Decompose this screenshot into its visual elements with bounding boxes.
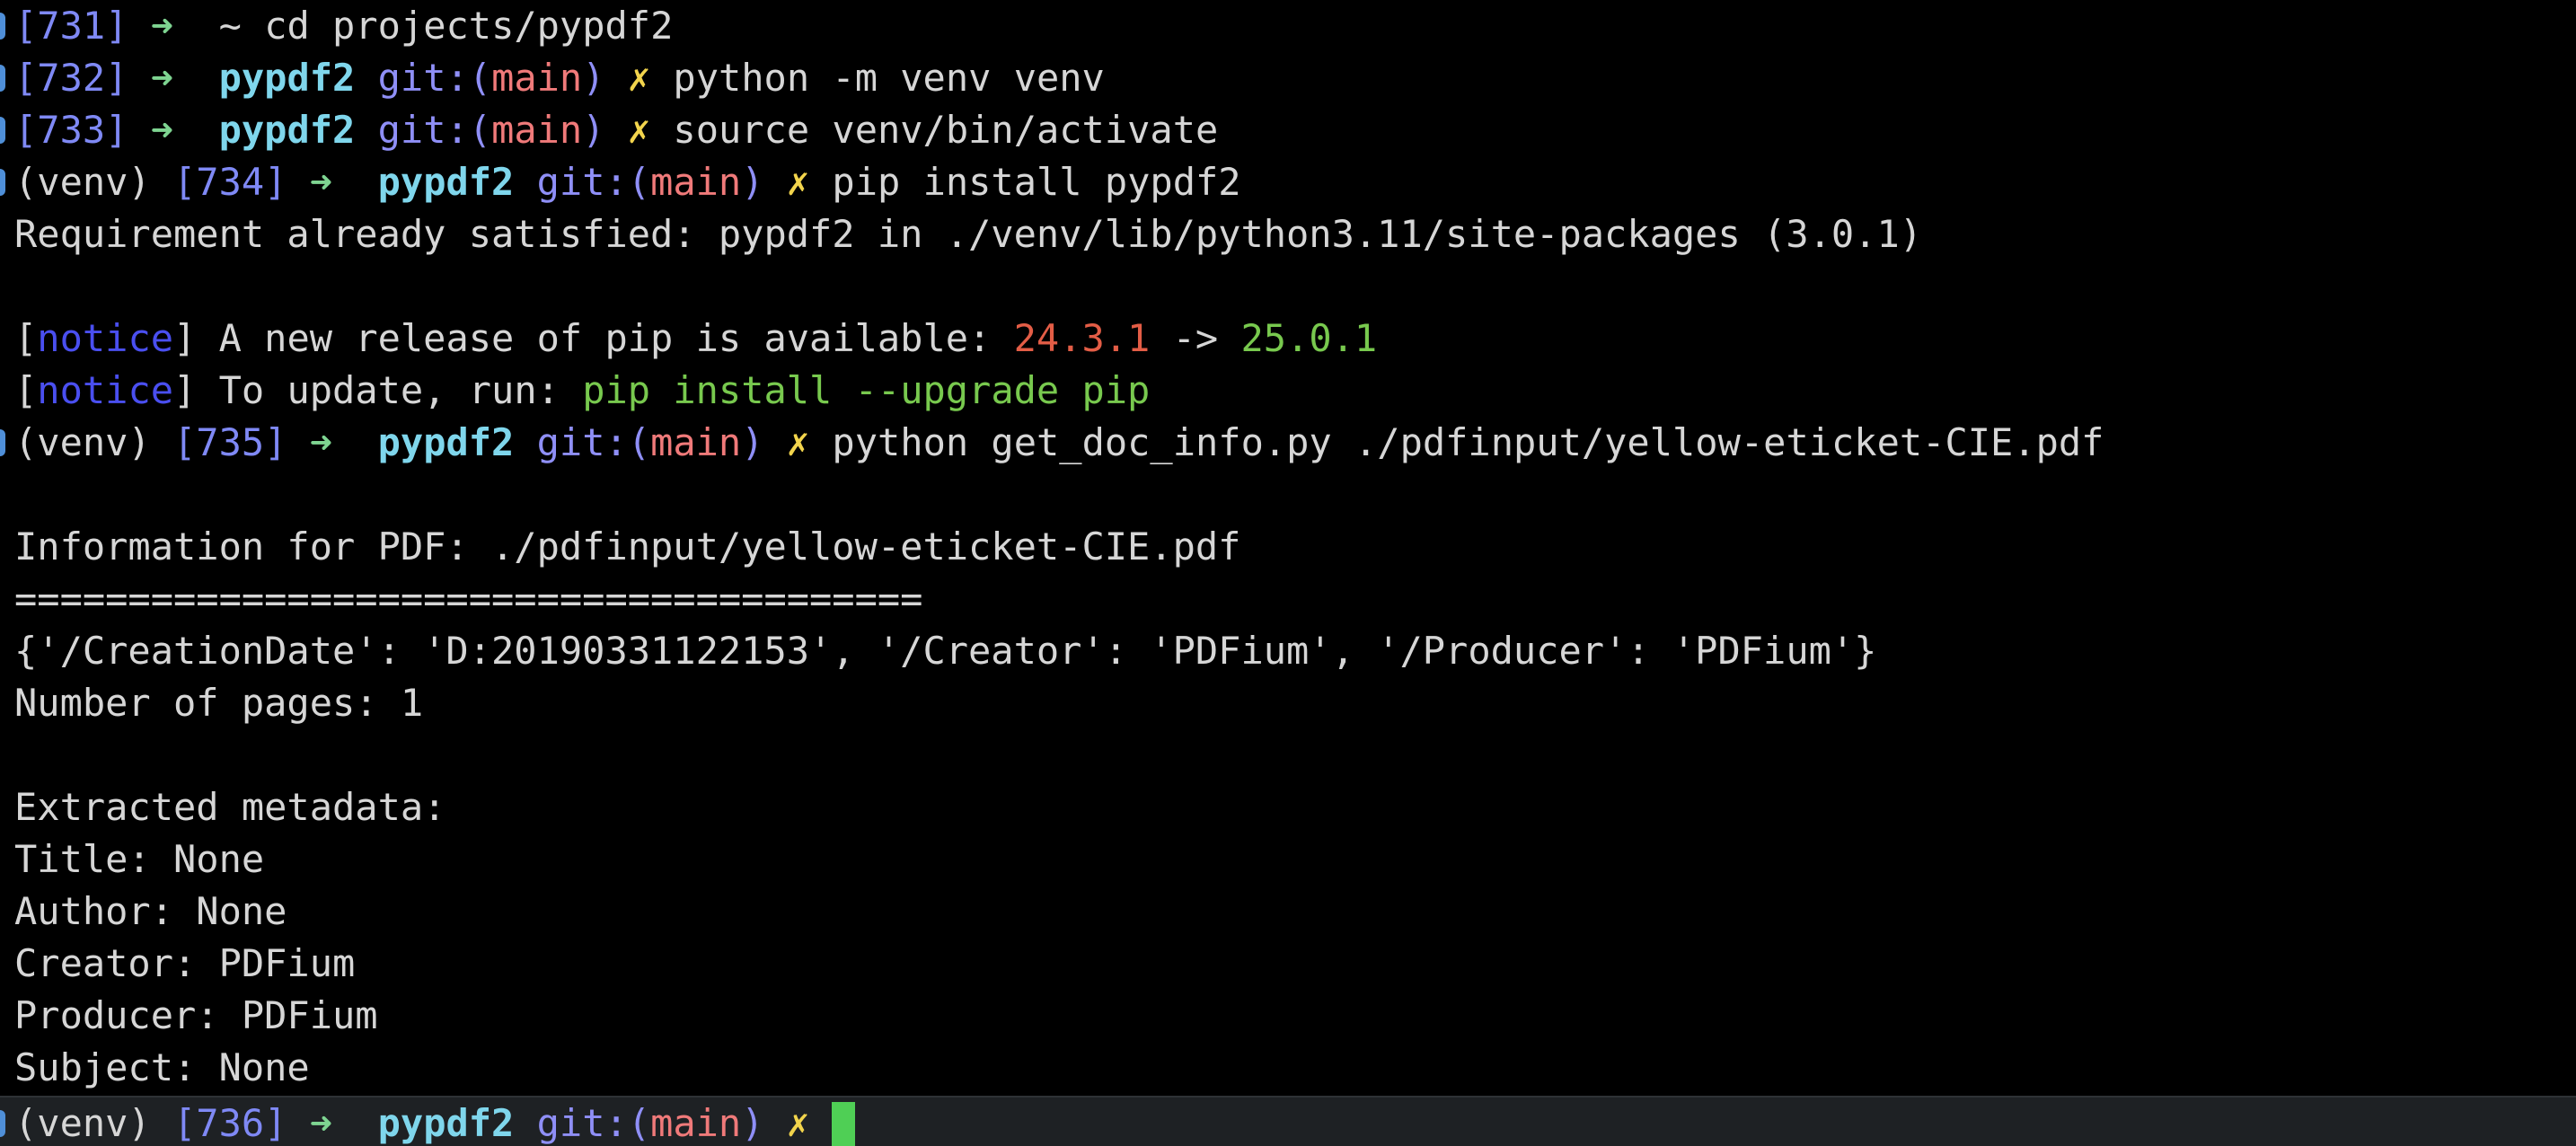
- prompt-arrow-icon: ➜: [150, 56, 174, 100]
- git-branch: main: [650, 160, 742, 204]
- bracket-open: [: [14, 316, 38, 360]
- line-marker: [0, 65, 5, 92]
- git-label-close: ): [582, 108, 605, 152]
- output-line: Author: None: [0, 886, 2576, 938]
- venv-indicator: (venv): [14, 1101, 151, 1145]
- git-label: git:(: [536, 1101, 651, 1145]
- notice-line: [notice] A new release of pip is availab…: [0, 313, 2576, 365]
- notice-line: [notice] To update, run: pip install --u…: [0, 365, 2576, 417]
- output-line: Title: None: [0, 833, 2576, 886]
- history-number: [735]: [173, 420, 287, 464]
- git-branch: main: [491, 56, 583, 100]
- prompt-arrow-icon: ➜: [150, 4, 174, 48]
- git-label-close: ): [582, 56, 605, 100]
- prompt-line-733: [733] ➜ pypdf2 git:(main) ✗ source venv/…: [0, 104, 2576, 156]
- git-label-close: ): [741, 420, 764, 464]
- git-label: git:(: [536, 160, 651, 204]
- prompt-line-732: [732] ➜ pypdf2 git:(main) ✗ python -m ve…: [0, 52, 2576, 104]
- git-label: git:(: [536, 420, 651, 464]
- output-text: Extracted metadata:: [14, 785, 446, 829]
- terminal-window[interactable]: [731] ➜ ~ cd projects/pypdf2 [732] ➜ pyp…: [0, 0, 2576, 1146]
- current-directory: pypdf2: [218, 108, 356, 152]
- output-text: Author: None: [14, 889, 287, 933]
- output-line: Extracted metadata:: [0, 781, 2576, 833]
- current-directory: ~: [218, 4, 242, 48]
- bracket-close: ]: [173, 316, 197, 360]
- output-text: Creator: PDFium: [14, 941, 356, 985]
- notice-text: To update, run:: [196, 368, 583, 412]
- output-line: {'/CreationDate': 'D:20190331122153', '/…: [0, 625, 2576, 677]
- command-text: cd projects/pypdf2: [264, 4, 674, 48]
- line-marker: [0, 117, 5, 144]
- prompt-line-734: (venv) [734] ➜ pypdf2 git:(main) ✗ pip i…: [0, 156, 2576, 208]
- git-branch: main: [650, 420, 742, 464]
- output-text: Information for PDF: ./pdfinput/yellow-e…: [14, 525, 1241, 569]
- command-text: python -m venv venv: [673, 56, 1105, 100]
- output-text: Number of pages: 1: [14, 681, 424, 725]
- prompt-line-735: (venv) [735] ➜ pypdf2 git:(main) ✗ pytho…: [0, 417, 2576, 469]
- git-label-close: ): [741, 160, 764, 204]
- notice-label: notice: [37, 316, 174, 360]
- old-version: 24.3.1: [1013, 316, 1151, 360]
- output-text: {'/CreationDate': 'D:20190331122153', '/…: [14, 629, 1877, 673]
- git-label: git:(: [377, 56, 492, 100]
- dirty-mark-icon: ✗: [786, 1101, 810, 1145]
- line-marker: [0, 1110, 5, 1137]
- line-marker: [0, 13, 5, 40]
- history-number: [732]: [14, 56, 128, 100]
- output-line: Subject: None: [0, 1042, 2576, 1094]
- prompt-arrow-icon: ➜: [309, 160, 333, 204]
- notice-label: notice: [37, 368, 174, 412]
- output-line: ========================================: [0, 573, 2576, 625]
- dirty-mark-icon: ✗: [786, 160, 810, 204]
- venv-indicator: (venv): [14, 160, 151, 204]
- version-separator: ->: [1150, 316, 1241, 360]
- upgrade-command: pip install --upgrade pip: [582, 368, 1151, 412]
- notice-text: A new release of pip is available:: [196, 316, 1014, 360]
- command-text: pip install pypdf2: [832, 160, 1241, 204]
- history-number: [736]: [173, 1101, 287, 1145]
- output-line: Producer: PDFium: [0, 990, 2576, 1042]
- output-text: Producer: PDFium: [14, 993, 378, 1037]
- output-line: Creator: PDFium: [0, 938, 2576, 990]
- prompt-arrow-icon: ➜: [309, 420, 333, 464]
- current-directory: pypdf2: [218, 56, 356, 100]
- venv-indicator: (venv): [14, 420, 151, 464]
- git-label: git:(: [377, 108, 492, 152]
- dirty-mark-icon: ✗: [627, 56, 651, 100]
- separator-rule: ========================================: [14, 577, 923, 621]
- git-branch: main: [650, 1101, 742, 1145]
- active-prompt-line[interactable]: (venv) [736] ➜ pypdf2 git:(main) ✗: [0, 1096, 2576, 1146]
- output-line: Information for PDF: ./pdfinput/yellow-e…: [0, 521, 2576, 573]
- line-marker: [0, 429, 5, 456]
- dirty-mark-icon: ✗: [786, 420, 810, 464]
- prompt-arrow-icon: ➜: [309, 1101, 333, 1145]
- history-number: [733]: [14, 108, 128, 152]
- current-directory: pypdf2: [377, 160, 515, 204]
- bracket-close: ]: [173, 368, 197, 412]
- git-label-close: ): [741, 1101, 764, 1145]
- output-text: Subject: None: [14, 1045, 310, 1089]
- line-marker: [0, 169, 5, 196]
- command-text: source venv/bin/activate: [673, 108, 1219, 152]
- history-number: [734]: [173, 160, 287, 204]
- text-cursor[interactable]: [832, 1102, 856, 1146]
- current-directory: pypdf2: [377, 420, 515, 464]
- new-version: 25.0.1: [1240, 316, 1378, 360]
- prompt-line-731: [731] ➜ ~ cd projects/pypdf2: [0, 0, 2576, 52]
- dirty-mark-icon: ✗: [627, 108, 651, 152]
- history-number: [731]: [14, 4, 128, 48]
- bracket-open: [: [14, 368, 38, 412]
- output-line: Number of pages: 1: [0, 677, 2576, 729]
- command-text: python get_doc_info.py ./pdfinput/yellow…: [832, 420, 2104, 464]
- git-branch: main: [491, 108, 583, 152]
- output-text: Requirement already satisfied: pypdf2 in…: [14, 212, 1923, 256]
- prompt-arrow-icon: ➜: [150, 108, 174, 152]
- output-text: Title: None: [14, 837, 265, 881]
- output-line: Requirement already satisfied: pypdf2 in…: [0, 208, 2576, 260]
- current-directory: pypdf2: [377, 1101, 515, 1145]
